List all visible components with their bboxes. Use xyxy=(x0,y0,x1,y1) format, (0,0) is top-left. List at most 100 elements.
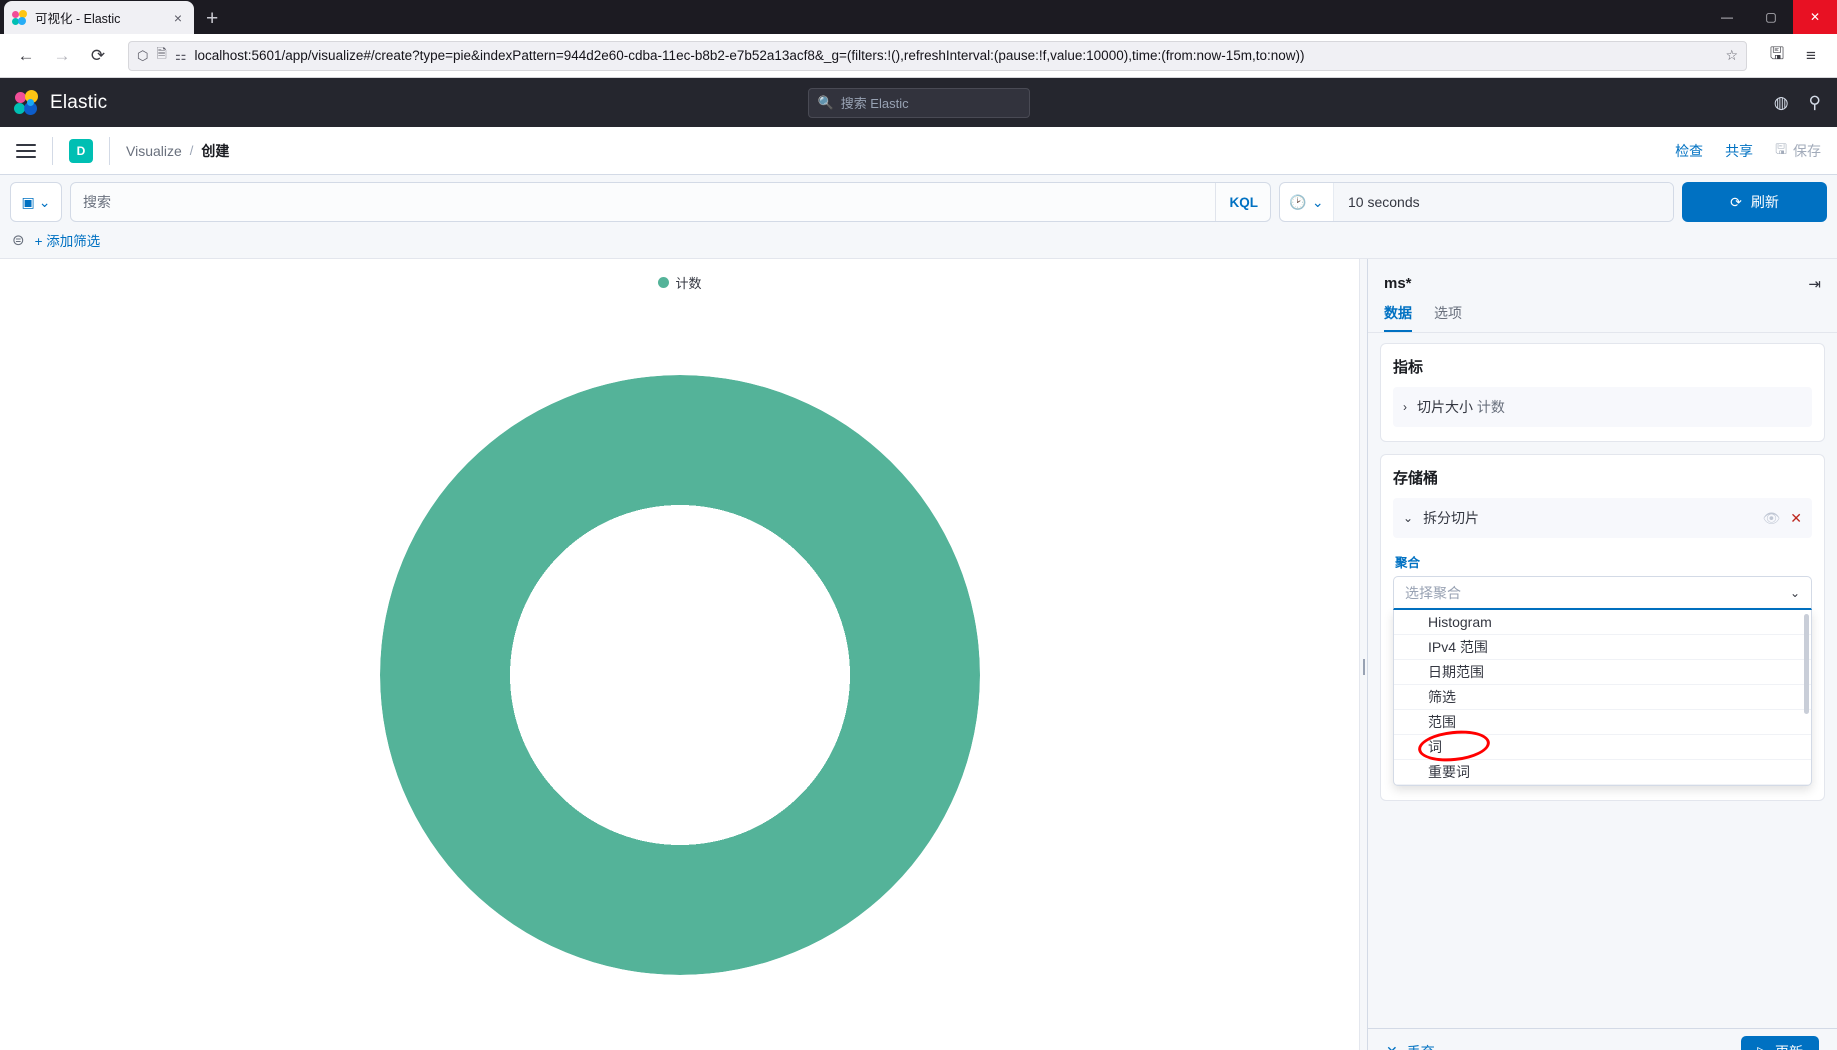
chart-legend: 计数 xyxy=(657,273,702,292)
save-button-label: 保存 xyxy=(1793,142,1821,159)
browser-tab-title: 可视化 - Elastic xyxy=(35,12,121,26)
browser-tab[interactable]: 可视化 - Elastic × xyxy=(4,1,194,34)
back-icon[interactable]: ← xyxy=(10,40,42,72)
browser-menu-icon[interactable]: ≡ xyxy=(1795,40,1827,72)
aggregation-option[interactable]: Histogram xyxy=(1394,610,1811,635)
breadcrumb: Visualize / 创建 xyxy=(126,141,229,161)
save-to-pocket-icon[interactable]: 🖫 xyxy=(1761,40,1793,72)
window-controls: — ▢ ✕ xyxy=(1705,0,1837,34)
search-placeholder: 搜索 xyxy=(83,194,111,210)
chevron-down-icon: ⌄ xyxy=(1789,585,1800,600)
delete-icon[interactable]: ✕ xyxy=(1790,510,1802,527)
divider xyxy=(109,136,110,165)
kibana-navbar: D Visualize / 创建 检查 共享 🖫 保存 xyxy=(0,127,1837,175)
tab-data[interactable]: 数据 xyxy=(1384,303,1412,332)
global-search-placeholder: 搜索 Elastic xyxy=(840,96,909,111)
metrics-panel: 指标 › 切片大小 计数 xyxy=(1380,343,1825,442)
browser-toolbar-actions: 🖫 ≡ xyxy=(1761,40,1827,72)
header-actions: ◍ ⚲ xyxy=(1774,93,1821,113)
shield-icon[interactable]: ⬡ xyxy=(137,48,148,64)
refresh-button-label: 刷新 xyxy=(1750,194,1779,210)
donut-slice-count[interactable] xyxy=(379,374,980,975)
bucket-row-label: 拆分切片 xyxy=(1423,510,1480,526)
metric-row-slice-size[interactable]: › 切片大小 计数 xyxy=(1393,387,1812,427)
legend-color-swatch xyxy=(657,277,669,288)
metric-row-label: 切片大小 计数 xyxy=(1417,397,1505,417)
elastic-logo-icon[interactable] xyxy=(14,89,40,116)
legend-item-label[interactable]: 计数 xyxy=(675,273,701,292)
reader-view-icon[interactable]: 🗎 xyxy=(156,45,166,67)
forward-icon[interactable]: → xyxy=(46,40,78,72)
dataset-selector-button[interactable]: ▣ ⌄ xyxy=(10,182,62,222)
search-input[interactable]: 搜索 KQL xyxy=(70,182,1271,222)
play-icon: ▷ xyxy=(1757,1043,1768,1050)
aggregation-option[interactable]: 重要词 xyxy=(1394,760,1811,785)
editor-header: ms* ⇥ xyxy=(1368,259,1837,293)
new-tab-button[interactable]: + xyxy=(206,8,218,29)
save-button[interactable]: 🖫 保存 xyxy=(1775,139,1821,163)
space-badge[interactable]: D xyxy=(69,138,93,163)
divider xyxy=(52,136,53,165)
collapse-panel-icon[interactable]: ⇥ xyxy=(1808,275,1821,293)
panel-resize-handle[interactable] xyxy=(1359,259,1367,1050)
reload-icon[interactable]: ⟳ xyxy=(82,40,114,72)
date-picker[interactable]: 🕑 ⌄ 10 seconds xyxy=(1279,182,1674,222)
product-name: Elastic xyxy=(50,91,108,113)
index-pattern-label: ms* xyxy=(1384,275,1412,292)
share-button[interactable]: 共享 xyxy=(1725,141,1753,161)
inspect-button[interactable]: 检查 xyxy=(1675,141,1703,161)
aggregation-select[interactable]: 选择聚合 ⌄ xyxy=(1393,576,1812,610)
address-bar[interactable]: ⬡ 🗎 ⚏ localhost:5601/app/visualize#/crea… xyxy=(128,40,1747,71)
breadcrumb-item-visualize[interactable]: Visualize xyxy=(126,143,182,159)
aggregation-option-terms[interactable]: 词 xyxy=(1394,727,1811,765)
window-close-icon[interactable]: ✕ xyxy=(1793,0,1837,34)
clock-icon: 🕑 xyxy=(1289,193,1307,210)
tab-options[interactable]: 选项 xyxy=(1434,303,1462,332)
maximize-icon[interactable]: ▢ xyxy=(1749,0,1793,34)
chevron-down-icon: ⌄ xyxy=(1403,511,1414,525)
site-permissions-icon[interactable]: ⚏ xyxy=(175,48,187,64)
filter-icon[interactable]: ⊜ xyxy=(12,231,25,249)
visualization-pane: 计数 ▤ xyxy=(0,259,1359,1050)
chevron-right-icon: › xyxy=(1403,400,1407,414)
url-text: localhost:5601/app/visualize#/create?typ… xyxy=(194,48,1305,63)
breadcrumb-item-create[interactable]: 创建 xyxy=(201,141,229,161)
clock-icon-group[interactable]: 🕑 ⌄ xyxy=(1280,183,1334,221)
help-icon[interactable]: ◍ xyxy=(1774,93,1789,113)
refresh-button[interactable]: ⟳ 刷新 xyxy=(1682,182,1827,222)
refresh-icon: ⟳ xyxy=(1730,193,1742,210)
aggregation-option[interactable]: IPv4 范围 xyxy=(1394,635,1811,660)
bookmark-icon[interactable]: ☆ xyxy=(1725,47,1738,64)
discard-button[interactable]: ✕ 丢弃 xyxy=(1386,1042,1435,1050)
elastic-header: Elastic 🔍 搜索 Elastic ◍ ⚲ xyxy=(0,78,1837,127)
breadcrumb-separator: / xyxy=(189,143,194,158)
editor-tabs: 数据 选项 xyxy=(1368,293,1837,332)
menu-toggle-icon[interactable] xyxy=(16,143,36,158)
chevron-down-icon: ⌄ xyxy=(1311,193,1324,210)
alerts-icon[interactable]: ⚲ xyxy=(1809,93,1821,113)
metric-name: 切片大小 xyxy=(1417,399,1473,415)
add-filter-button[interactable]: + 添加筛选 xyxy=(35,230,101,250)
aggregation-options-list[interactable]: Histogram IPv4 范围 日期范围 筛选 范围 词 重要词 xyxy=(1393,610,1812,786)
aggregation-option[interactable]: 筛选 xyxy=(1394,685,1811,710)
eye-icon[interactable]: 👁 xyxy=(1762,510,1780,527)
scrollbar-thumb[interactable] xyxy=(1804,614,1809,714)
search-icon: 🔍 xyxy=(817,94,834,110)
elastic-favicon-icon xyxy=(12,9,28,26)
minimize-icon[interactable]: — xyxy=(1705,0,1749,34)
metrics-panel-title: 指标 xyxy=(1393,359,1424,376)
refresh-interval-label[interactable]: 10 seconds xyxy=(1334,183,1673,221)
metric-value: 计数 xyxy=(1476,399,1505,415)
global-search-input[interactable]: 🔍 搜索 Elastic xyxy=(807,87,1030,118)
aggregation-option[interactable]: 日期范围 xyxy=(1394,660,1811,685)
browser-navbar: ← → ⟳ ⬡ 🗎 ⚏ localhost:5601/app/visualize… xyxy=(0,34,1837,78)
update-button[interactable]: ▷ 更新 xyxy=(1741,1035,1819,1050)
query-language-button[interactable]: KQL xyxy=(1214,183,1258,221)
donut-chart[interactable] xyxy=(0,295,1359,1050)
browser-tabstrip: 可视化 - Elastic × + — ▢ ✕ xyxy=(0,0,1837,34)
close-icon[interactable]: × xyxy=(170,9,186,27)
filter-row: ⊜ + 添加筛选 xyxy=(10,222,1827,258)
bucket-row-split-slices[interactable]: ⌄ 拆分切片 👁 ✕ xyxy=(1393,498,1812,538)
buckets-panel: 存储桶 ⌄ 拆分切片 👁 ✕ 聚合 选择聚合 ⌄ Histogram IPv4 … xyxy=(1380,454,1825,801)
aggregation-option[interactable]: 范围 xyxy=(1394,710,1811,735)
